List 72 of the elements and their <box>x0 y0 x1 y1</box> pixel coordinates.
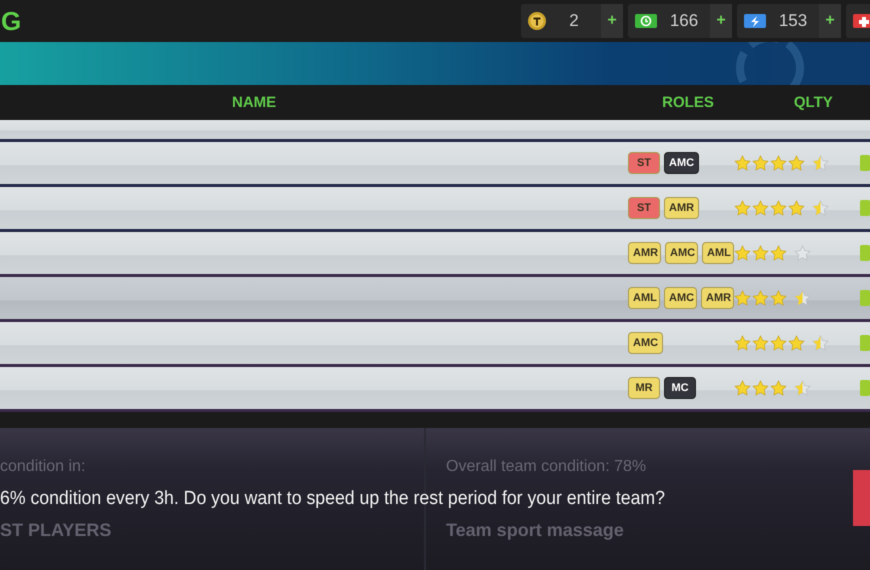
status-marker <box>860 380 870 396</box>
star-icon <box>734 380 751 396</box>
role-badge: MC <box>664 377 696 399</box>
column-header[interactable]: QLTY <box>794 94 833 111</box>
star-icon <box>734 245 751 261</box>
coin-icon <box>527 11 547 31</box>
status-marker <box>860 200 870 216</box>
role-badge: AMC <box>664 287 697 309</box>
table-row[interactable]: AML AMC AMR <box>0 277 870 322</box>
table-row[interactable]: MR MC <box>0 367 870 412</box>
star-icon <box>788 200 805 216</box>
half-star-icon <box>812 200 829 216</box>
table-row[interactable]: AMC <box>0 322 870 367</box>
star-icon <box>752 155 769 171</box>
table-row[interactable]: AMR AMC AML <box>0 232 870 277</box>
star-icon <box>788 155 805 171</box>
star-icon <box>770 245 787 261</box>
star-icon <box>770 290 787 306</box>
star-icon <box>734 335 751 351</box>
star-icon <box>752 380 769 396</box>
role-badge: ST <box>628 197 660 219</box>
star-icon <box>734 290 751 306</box>
medical-cross-icon <box>852 12 870 30</box>
table-row[interactable]: ST AMR <box>0 187 870 232</box>
role-badge: AML <box>702 242 734 264</box>
add-button[interactable]: + <box>710 4 732 38</box>
star-icon <box>752 245 769 261</box>
status-marker <box>860 335 870 351</box>
column-header[interactable]: ROLES <box>662 94 714 111</box>
star-icon <box>752 200 769 216</box>
section-heading: ST PLAYERS <box>0 520 112 541</box>
half-star-icon <box>812 155 829 171</box>
role-badge: AMC <box>665 242 698 264</box>
half-star-icon <box>812 335 829 351</box>
half-star-icon <box>794 380 811 396</box>
condition-label: condition in: <box>0 458 86 476</box>
star-icon <box>752 290 769 306</box>
team-condition-label: Overall team condition: 78% <box>446 458 646 476</box>
currency-amount: 153 <box>778 11 808 31</box>
star-icon <box>770 380 787 396</box>
star-icon <box>788 335 805 351</box>
status-marker <box>860 155 870 171</box>
role-badge: AMR <box>664 197 700 219</box>
table-row[interactable]: ST AMC <box>0 142 870 187</box>
dialog-message: 6% condition every 3h. Do you want to speed up the rest period for your entire team? <box>0 488 665 510</box>
status-marker <box>860 290 870 306</box>
currency-amount: 166 <box>668 11 700 31</box>
add-button[interactable]: + <box>819 4 841 38</box>
half-star-icon <box>794 290 811 306</box>
role-badge: AMR <box>628 242 661 264</box>
star-icon <box>770 200 787 216</box>
star-icon <box>734 155 751 171</box>
role-badge: AMR <box>701 287 734 309</box>
section-heading: Team sport massage <box>446 520 624 541</box>
currency-amount: 2 <box>568 11 580 31</box>
empty-star-icon <box>794 245 811 261</box>
role-badge: ST <box>628 152 660 174</box>
table-row[interactable] <box>0 120 870 142</box>
star-icon <box>734 200 751 216</box>
role-badge: MR <box>628 377 660 399</box>
screen-title: G <box>1 6 22 36</box>
star-icon <box>770 155 787 171</box>
add-button[interactable]: + <box>601 4 623 38</box>
column-header[interactable]: NAME <box>232 94 276 111</box>
status-marker <box>860 245 870 261</box>
star-icon <box>752 335 769 351</box>
star-icon <box>770 335 787 351</box>
role-badge: AMC <box>628 332 664 354</box>
role-badge: AMC <box>664 152 700 174</box>
role-badge: AML <box>628 287 660 309</box>
cash-clock-icon <box>634 12 658 30</box>
lightning-icon <box>743 12 767 30</box>
